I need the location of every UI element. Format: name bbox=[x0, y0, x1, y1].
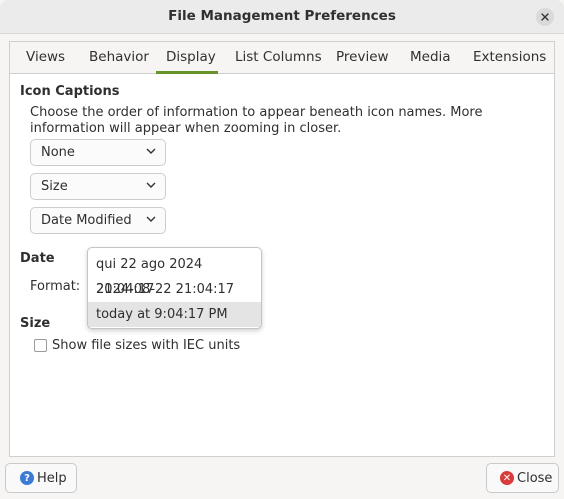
date-format-option[interactable]: qui 22 ago 2024 21:04:17 bbox=[88, 252, 261, 297]
tab-views[interactable]: Views bbox=[26, 49, 65, 65]
date-format-dropdown-menu: qui 22 ago 2024 21:04:17 2024-08-22 21:0… bbox=[87, 247, 262, 329]
tab-preview[interactable]: Preview bbox=[336, 49, 389, 65]
caption-combo-2[interactable]: Size bbox=[30, 173, 166, 200]
help-button-label: Help bbox=[37, 470, 67, 486]
title-bar[interactable]: File Management Preferences bbox=[0, 0, 564, 34]
tab-bar: Views Behavior Display List Columns Prev… bbox=[10, 42, 554, 74]
iec-units-label[interactable]: Show file sizes with IEC units bbox=[52, 338, 240, 353]
icon-captions-heading: Icon Captions bbox=[20, 84, 120, 99]
window-close-button[interactable] bbox=[536, 8, 554, 26]
caption-combo-1-value: None bbox=[41, 145, 75, 160]
icon-captions-description: Choose the order of information to appea… bbox=[30, 105, 483, 136]
caption-combo-3-value: Date Modified bbox=[41, 213, 132, 228]
tab-display[interactable]: Display bbox=[166, 49, 216, 65]
caption-combo-1[interactable]: None bbox=[30, 139, 166, 166]
tab-behavior[interactable]: Behavior bbox=[89, 49, 149, 65]
iec-units-row[interactable]: Show file sizes with IEC units bbox=[34, 337, 240, 353]
chevron-down-icon bbox=[146, 182, 156, 188]
size-heading: Size bbox=[20, 316, 51, 331]
iec-units-checkbox[interactable] bbox=[34, 338, 47, 352]
active-tab-indicator bbox=[156, 71, 218, 74]
date-heading: Date bbox=[20, 251, 55, 266]
date-format-label: Format: bbox=[30, 279, 81, 294]
caption-combo-3[interactable]: Date Modified bbox=[30, 207, 166, 234]
preferences-window: File Management Preferences Views Behavi… bbox=[0, 0, 564, 499]
close-icon bbox=[541, 13, 549, 21]
date-format-option-selected[interactable]: today at 9:04:17 PM bbox=[88, 302, 261, 327]
tab-list-columns[interactable]: List Columns bbox=[235, 49, 322, 65]
chevron-down-icon bbox=[146, 216, 156, 222]
close-button-label: Close bbox=[517, 470, 553, 486]
help-button[interactable]: ? Help bbox=[5, 463, 77, 493]
window-title: File Management Preferences bbox=[168, 8, 396, 24]
close-button[interactable]: ✕ Close bbox=[486, 463, 559, 493]
tab-extensions[interactable]: Extensions bbox=[473, 49, 546, 65]
close-circle-icon: ✕ bbox=[500, 471, 514, 485]
chevron-down-icon bbox=[146, 148, 156, 154]
help-icon: ? bbox=[20, 471, 34, 485]
caption-combo-2-value: Size bbox=[41, 179, 68, 194]
date-format-option[interactable]: 2024-08-22 21:04:17 bbox=[88, 277, 261, 302]
tab-media[interactable]: Media bbox=[410, 49, 451, 65]
preferences-notebook: Views Behavior Display List Columns Prev… bbox=[9, 41, 555, 457]
